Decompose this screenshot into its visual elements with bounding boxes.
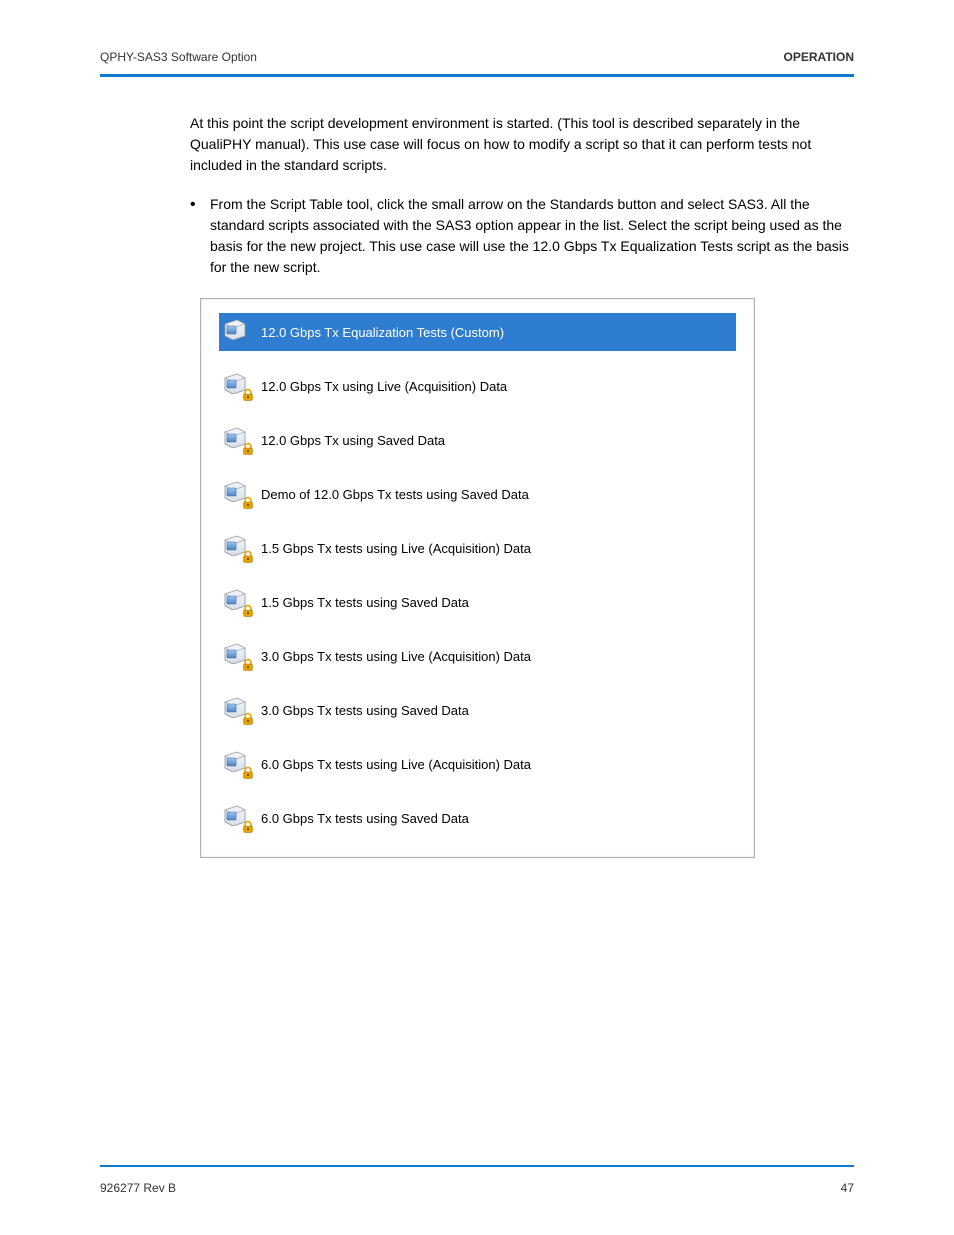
script-list-item-label: 3.0 Gbps Tx tests using Live (Acquisitio… <box>261 649 531 664</box>
script-list-item[interactable]: 3.0 Gbps Tx tests using Live (Acquisitio… <box>219 637 736 675</box>
header-right: OPERATION <box>784 50 854 64</box>
script-list-item-label: 1.5 Gbps Tx tests using Live (Acquisitio… <box>261 541 531 556</box>
script-icon <box>223 318 253 346</box>
script-locked-icon <box>223 750 253 778</box>
header-left: QPHY-SAS3 Software Option <box>100 50 257 64</box>
script-list-item[interactable]: 12.0 Gbps Tx Equalization Tests (Custom) <box>219 313 736 351</box>
page-header: QPHY-SAS3 Software Option OPERATION <box>100 50 854 64</box>
script-list-item-label: 12.0 Gbps Tx using Saved Data <box>261 433 445 448</box>
script-locked-icon <box>223 480 253 508</box>
footer-right: 47 <box>841 1181 854 1195</box>
script-list-item-label: 6.0 Gbps Tx tests using Saved Data <box>261 811 469 826</box>
bullet-item: • From the Script Table tool, click the … <box>100 194 854 278</box>
script-list-item-label: 12.0 Gbps Tx Equalization Tests (Custom) <box>261 325 504 340</box>
lock-icon <box>241 658 255 672</box>
script-list-item[interactable]: 1.5 Gbps Tx tests using Saved Data <box>219 583 736 621</box>
footer-rule <box>100 1165 854 1167</box>
document-page: QPHY-SAS3 Software Option OPERATION At t… <box>0 0 954 1235</box>
script-locked-icon <box>223 534 253 562</box>
script-locked-icon <box>223 588 253 616</box>
script-locked-icon <box>223 372 253 400</box>
intro-paragraph: At this point the script development env… <box>100 113 854 176</box>
script-list-item[interactable]: 6.0 Gbps Tx tests using Live (Acquisitio… <box>219 745 736 783</box>
lock-icon <box>241 550 255 564</box>
script-list-item-label: 6.0 Gbps Tx tests using Live (Acquisitio… <box>261 757 531 772</box>
lock-icon <box>241 442 255 456</box>
lock-icon <box>241 496 255 510</box>
script-locked-icon <box>223 696 253 724</box>
script-list-figure: 12.0 Gbps Tx Equalization Tests (Custom)… <box>200 298 755 858</box>
script-locked-icon <box>223 426 253 454</box>
script-locked-icon <box>223 642 253 670</box>
script-locked-icon <box>223 804 253 832</box>
script-list-item-label: Demo of 12.0 Gbps Tx tests using Saved D… <box>261 487 529 502</box>
header-rule <box>100 74 854 77</box>
lock-icon <box>241 712 255 726</box>
script-list-item[interactable]: 6.0 Gbps Tx tests using Saved Data <box>219 799 736 837</box>
lock-icon <box>241 388 255 402</box>
lock-icon <box>241 766 255 780</box>
lock-icon <box>241 604 255 618</box>
footer-left: 926277 Rev B <box>100 1181 176 1195</box>
lock-icon <box>241 820 255 834</box>
script-list-item[interactable]: 12.0 Gbps Tx using Saved Data <box>219 421 736 459</box>
script-list-item-label: 1.5 Gbps Tx tests using Saved Data <box>261 595 469 610</box>
script-list-item-label: 12.0 Gbps Tx using Live (Acquisition) Da… <box>261 379 507 394</box>
page-footer: 926277 Rev B 47 <box>100 1181 854 1195</box>
script-list-item[interactable]: 1.5 Gbps Tx tests using Live (Acquisitio… <box>219 529 736 567</box>
script-list-item[interactable]: Demo of 12.0 Gbps Tx tests using Saved D… <box>219 475 736 513</box>
script-icon <box>223 318 247 340</box>
script-list-item[interactable]: 12.0 Gbps Tx using Live (Acquisition) Da… <box>219 367 736 405</box>
script-list-item[interactable]: 3.0 Gbps Tx tests using Saved Data <box>219 691 736 729</box>
bullet-marker: • <box>190 194 210 278</box>
script-list-panel: 12.0 Gbps Tx Equalization Tests (Custom)… <box>200 298 755 858</box>
bullet-text: From the Script Table tool, click the sm… <box>210 194 854 278</box>
script-list-item-label: 3.0 Gbps Tx tests using Saved Data <box>261 703 469 718</box>
